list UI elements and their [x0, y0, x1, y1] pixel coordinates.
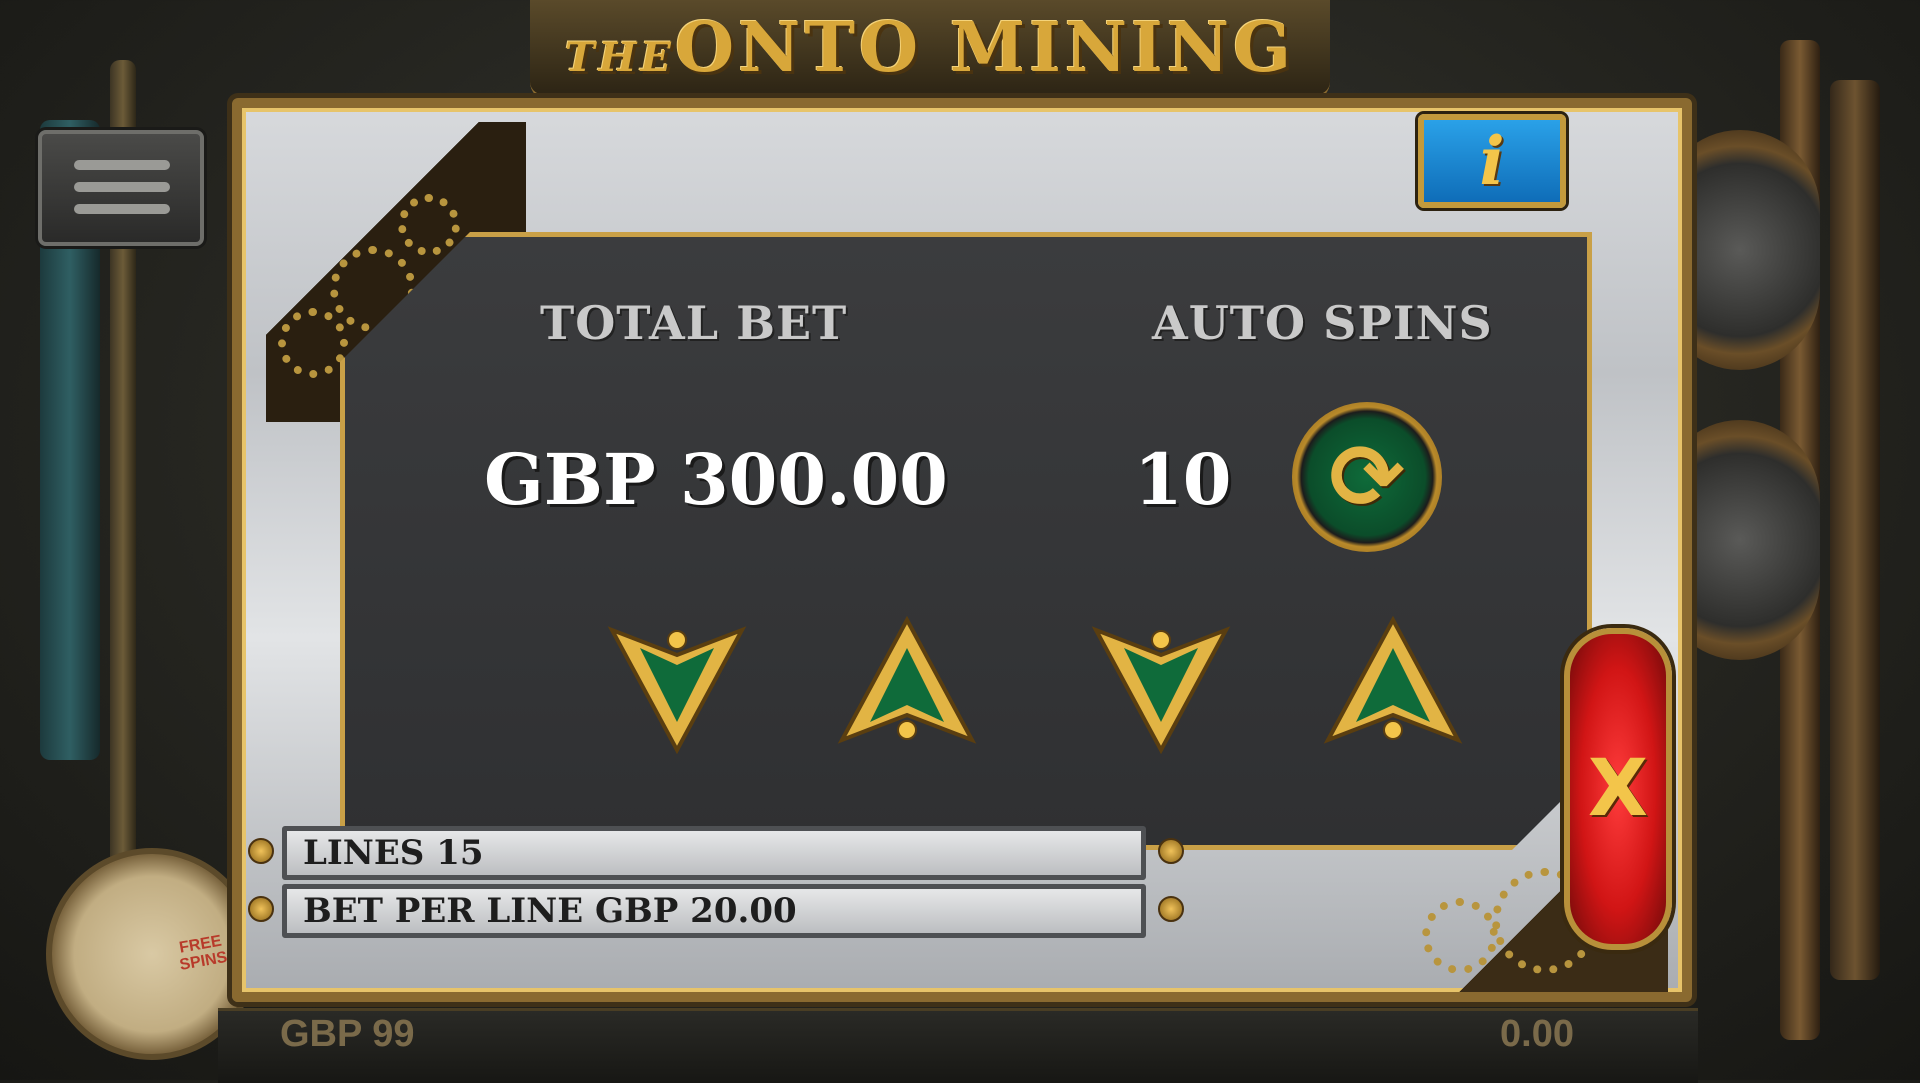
refresh-icon: ⟳: [1329, 424, 1405, 530]
screw-icon: [1158, 896, 1184, 922]
total-bet-label: TOTAL BET: [540, 296, 848, 350]
total-bet-value: GBP 300.00: [484, 438, 948, 521]
lines-readout: LINES 15: [282, 826, 1146, 880]
game-title: THEONTO MINING: [565, 8, 1295, 88]
bottom-status-bar: [218, 1008, 1698, 1083]
balance-display: GBP 99: [280, 1013, 414, 1056]
arrow-up-icon: [837, 615, 977, 744]
menu-icon: [74, 160, 170, 170]
balance-value: GBP 99: [280, 1013, 415, 1055]
close-button[interactable]: X: [1564, 628, 1672, 950]
gear-icon: [398, 194, 460, 256]
bet-per-line-readout: BET PER LINE GBP 20.00: [282, 884, 1146, 938]
total-bet-decrease-button[interactable]: [602, 610, 752, 760]
info-icon: i: [1479, 122, 1505, 200]
start-autospin-button[interactable]: ⟳: [1292, 402, 1442, 552]
screw-icon: [248, 896, 274, 922]
menu-icon: [74, 182, 170, 192]
arrow-down-icon: [1091, 626, 1231, 755]
auto-spins-decrease-button[interactable]: [1086, 610, 1236, 760]
win-value: 0.00: [1500, 1013, 1574, 1055]
game-title-main: ONTO MINING: [674, 8, 1296, 88]
arrow-up-icon: [1323, 615, 1463, 744]
screw-icon: [1158, 838, 1184, 864]
gear-icon: [1422, 898, 1498, 974]
win-display: 0.00: [1500, 1013, 1574, 1056]
close-icon: X: [1587, 744, 1649, 834]
game-title-prefix: THE: [564, 34, 675, 81]
game-title-banner: THEONTO MINING: [530, 0, 1330, 100]
total-bet-increase-button[interactable]: [832, 610, 982, 760]
auto-spins-increase-button[interactable]: [1318, 610, 1468, 760]
bet-settings-dialog: i TOTAL BET AUTO SPINS GBP 300.00 10 ⟳ L…: [232, 98, 1692, 1002]
background-pipe: [1830, 80, 1880, 980]
auto-spins-value: 10: [1134, 438, 1232, 521]
menu-icon: [74, 204, 170, 214]
info-button[interactable]: i: [1418, 114, 1566, 208]
arrow-down-icon: [607, 626, 747, 755]
gear-icon: [278, 308, 348, 378]
screw-icon: [248, 838, 274, 864]
menu-button[interactable]: [38, 130, 204, 246]
auto-spins-label: AUTO SPINS: [1152, 296, 1493, 350]
